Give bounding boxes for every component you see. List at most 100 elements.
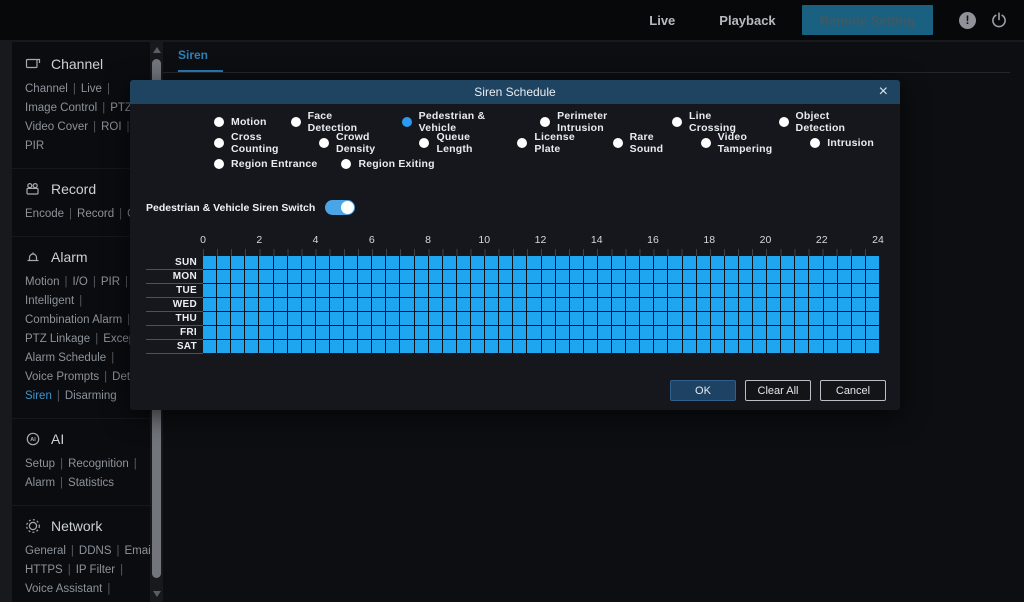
schedule-cell[interactable] (626, 326, 639, 339)
schedule-cell[interactable] (612, 298, 625, 311)
schedule-cell[interactable] (330, 312, 343, 325)
schedule-cell[interactable] (711, 312, 724, 325)
scroll-down-arrow-icon[interactable] (150, 588, 163, 600)
schedule-cell[interactable] (400, 256, 413, 269)
schedule-cell[interactable] (612, 312, 625, 325)
schedule-cell[interactable] (344, 256, 357, 269)
schedule-cell[interactable] (626, 312, 639, 325)
schedule-cell[interactable] (753, 284, 766, 297)
schedule-cell[interactable] (598, 284, 611, 297)
schedule-cell[interactable] (542, 340, 555, 353)
schedule-cell[interactable] (245, 298, 258, 311)
schedule-cell[interactable] (288, 326, 301, 339)
schedule-cell[interactable] (471, 284, 484, 297)
schedule-cell[interactable] (471, 256, 484, 269)
schedule-cell[interactable] (711, 340, 724, 353)
schedule-cell[interactable] (725, 312, 738, 325)
schedule-cell[interactable] (471, 270, 484, 283)
info-icon[interactable]: ! (959, 12, 976, 29)
schedule-cell[interactable] (513, 340, 526, 353)
schedule-cell[interactable] (654, 326, 667, 339)
schedule-cell[interactable] (739, 270, 752, 283)
schedule-cell[interactable] (781, 340, 794, 353)
sidebar-link-encode[interactable]: Encode (25, 208, 64, 220)
schedule-cell[interactable] (499, 298, 512, 311)
schedule-cell[interactable] (429, 284, 442, 297)
schedule-cell[interactable] (499, 256, 512, 269)
sidebar-link-ptz[interactable]: PTZ (110, 102, 132, 114)
schedule-cell[interactable] (739, 326, 752, 339)
schedule-cell[interactable] (485, 284, 498, 297)
schedule-cell[interactable] (316, 312, 329, 325)
schedule-cell[interactable] (824, 340, 837, 353)
schedule-cell[interactable] (739, 256, 752, 269)
schedule-cell[interactable] (386, 256, 399, 269)
schedule-cell[interactable] (527, 256, 540, 269)
scroll-up-arrow-icon[interactable] (150, 44, 163, 56)
sidebar-link-i-o[interactable]: I/O (73, 276, 88, 288)
schedule-cell[interactable] (527, 312, 540, 325)
schedule-cell[interactable] (344, 284, 357, 297)
schedule-cell[interactable] (556, 312, 569, 325)
schedule-cell[interactable] (485, 312, 498, 325)
schedule-cell[interactable] (259, 312, 272, 325)
schedule-cell[interactable] (697, 284, 710, 297)
nav-live[interactable]: Live (627, 0, 697, 40)
schedule-cell[interactable] (415, 298, 428, 311)
schedule-cell[interactable] (556, 340, 569, 353)
schedule-cell[interactable] (739, 284, 752, 297)
schedule-cell[interactable] (612, 340, 625, 353)
schedule-cell[interactable] (217, 284, 230, 297)
schedule-cell[interactable] (640, 340, 653, 353)
schedule-cell[interactable] (866, 270, 879, 283)
schedule-cell[interactable] (725, 340, 738, 353)
schedule-cell[interactable] (499, 270, 512, 283)
siren-switch-toggle[interactable] (325, 200, 355, 215)
schedule-cell[interactable] (217, 340, 230, 353)
schedule-cell[interactable] (852, 298, 865, 311)
schedule-cell[interactable] (386, 312, 399, 325)
schedule-cell[interactable] (556, 256, 569, 269)
schedule-cell[interactable] (513, 256, 526, 269)
tab-siren[interactable]: Siren (178, 48, 223, 72)
schedule-cell[interactable] (584, 340, 597, 353)
schedule-cell[interactable] (358, 298, 371, 311)
schedule-cell[interactable] (852, 312, 865, 325)
schedule-cell[interactable] (259, 256, 272, 269)
schedule-cell[interactable] (556, 284, 569, 297)
schedule-cell[interactable] (231, 256, 244, 269)
schedule-cell[interactable] (809, 312, 822, 325)
schedule-cell[interactable] (683, 256, 696, 269)
sidebar-link-alarm-schedule[interactable]: Alarm Schedule (25, 352, 106, 364)
schedule-cell[interactable] (711, 270, 724, 283)
schedule-cell[interactable] (739, 340, 752, 353)
sidebar-link-siren[interactable]: Siren (25, 390, 52, 402)
schedule-cell[interactable] (739, 312, 752, 325)
schedule-cell[interactable] (824, 270, 837, 283)
schedule-cell[interactable] (795, 326, 808, 339)
schedule-cell[interactable] (400, 340, 413, 353)
schedule-cell[interactable] (795, 270, 808, 283)
schedule-cell[interactable] (542, 284, 555, 297)
schedule-cell[interactable] (302, 326, 315, 339)
schedule-cell[interactable] (711, 298, 724, 311)
schedule-cell[interactable] (316, 270, 329, 283)
schedule-cell[interactable] (781, 270, 794, 283)
schedule-cell[interactable] (274, 326, 287, 339)
schedule-cell[interactable] (824, 326, 837, 339)
schedule-cell[interactable] (598, 326, 611, 339)
schedule-cell[interactable] (668, 298, 681, 311)
schedule-cell[interactable] (654, 270, 667, 283)
schedule-cell[interactable] (626, 298, 639, 311)
schedule-cell[interactable] (584, 270, 597, 283)
schedule-cell[interactable] (809, 340, 822, 353)
schedule-cell[interactable] (400, 270, 413, 283)
schedule-cell[interactable] (203, 270, 216, 283)
schedule-cell[interactable] (358, 312, 371, 325)
schedule-cell[interactable] (274, 312, 287, 325)
schedule-cell[interactable] (781, 298, 794, 311)
schedule-cell[interactable] (245, 256, 258, 269)
schedule-cell[interactable] (429, 326, 442, 339)
schedule-cell[interactable] (626, 284, 639, 297)
schedule-cell[interactable] (527, 284, 540, 297)
